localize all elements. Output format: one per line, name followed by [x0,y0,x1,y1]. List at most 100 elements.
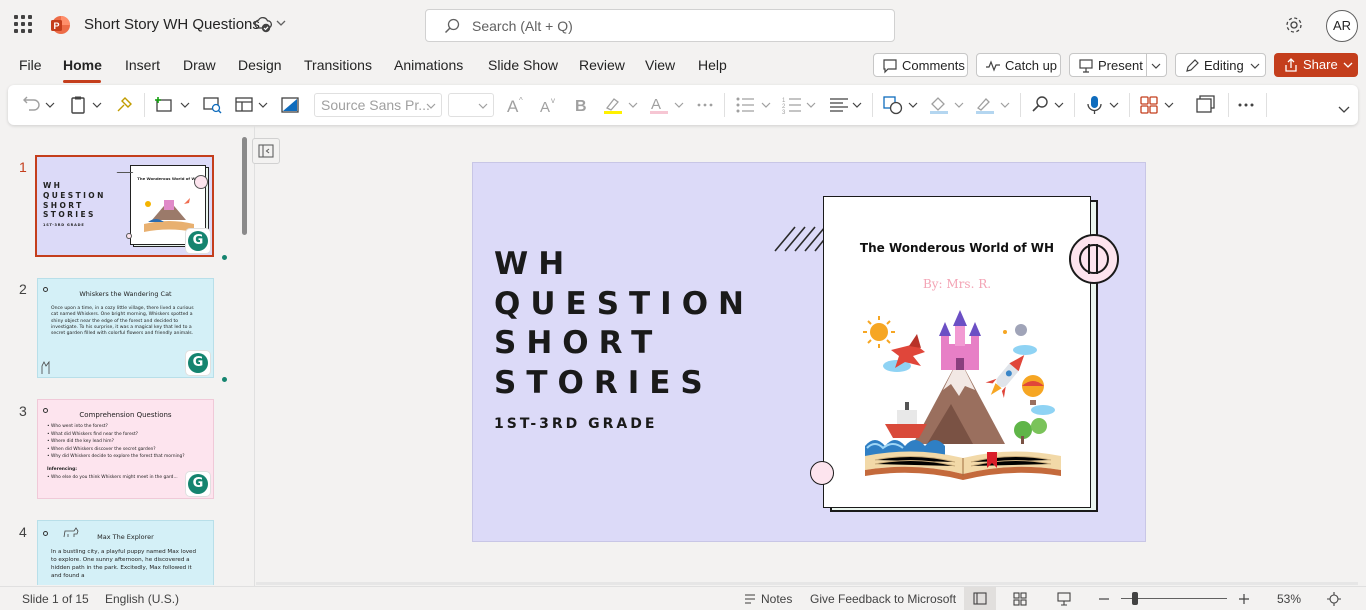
chevron-down-icon[interactable] [1164,100,1174,110]
collapse-thumbnails-button[interactable] [252,138,280,164]
activity-icon [986,60,1000,72]
chevron-down-icon[interactable] [92,100,102,110]
chevron-down-icon[interactable] [45,100,55,110]
thumbnail-title: Max The Explorer [97,533,154,541]
slide-thumbnail-4[interactable]: Max The Explorer In a bustling city, a p… [37,520,214,585]
slide-sorter-icon[interactable] [1013,592,1027,606]
designer-icon[interactable] [1139,95,1161,115]
chevron-down-icon[interactable] [180,100,190,110]
present-button[interactable]: Present [1069,53,1167,77]
layout-icon[interactable] [234,95,256,115]
zoom-level[interactable]: 53% [1277,592,1301,606]
tab-home[interactable]: Home [63,57,102,73]
reading-view-icon[interactable] [1057,592,1071,606]
chevron-down-icon[interactable] [1151,61,1161,71]
dictate-microphone-icon[interactable] [1084,95,1106,115]
storybook-illustration[interactable] [855,306,1071,484]
undo-icon[interactable] [22,95,42,115]
gear-icon[interactable] [1284,15,1304,35]
feedback-link[interactable]: Give Feedback to Microsoft [810,592,956,606]
chevron-down-icon[interactable] [258,100,268,110]
font-size-dropdown[interactable] [448,93,494,117]
increase-font-size-icon[interactable]: A ^ [506,95,528,115]
tab-help[interactable]: Help [698,57,727,73]
chevron-down-icon[interactable] [1109,100,1119,110]
decrease-font-size-icon[interactable]: A v [538,95,560,115]
tab-slide-show[interactable]: Slide Show [488,57,558,73]
highlight-icon[interactable] [602,95,628,115]
slide-thumbnail-1[interactable]: WH QUESTION SHORT STORIES 1ST-3RD GRADE … [35,155,214,257]
chevron-down-icon[interactable] [276,18,286,28]
slide-background-icon[interactable] [280,95,300,115]
tab-review[interactable]: Review [579,57,625,73]
expand-ribbon-chevron-icon[interactable] [1338,105,1350,115]
svg-text:A: A [507,97,519,115]
align-icon[interactable] [828,95,850,115]
normal-view-button[interactable] [964,587,996,610]
grammarly-badge: G [185,228,211,254]
slide-thumbnail-3[interactable]: Comprehension Questions • Who went into … [37,399,214,499]
slide-thumbnail-2[interactable]: Whiskers the Wandering Cat Once upon a t… [37,278,214,378]
app-launcher-icon[interactable] [14,15,32,33]
paste-icon[interactable] [69,95,89,115]
inner-frame-title[interactable]: The Wonderous World of WH [824,241,1090,255]
chevron-down-icon[interactable] [852,100,862,110]
shape-fill-icon[interactable] [928,95,952,115]
tab-file[interactable]: File [19,57,42,73]
fit-to-window-icon[interactable] [1327,592,1341,606]
zoom-out-icon[interactable] [1097,592,1111,606]
share-button[interactable]: Share [1274,53,1358,77]
chevron-down-icon[interactable] [674,100,684,110]
chevron-down-icon[interactable] [1000,100,1010,110]
chevron-down-icon[interactable] [628,100,638,110]
numbering-icon[interactable]: 1 2 3 [782,95,804,115]
tab-design[interactable]: Design [238,57,282,73]
font-name-dropdown[interactable]: Source Sans Pr... [314,93,442,117]
tab-insert[interactable]: Insert [125,57,160,73]
language-indicator[interactable]: English (U.S.) [105,592,179,606]
tab-animations[interactable]: Animations [394,57,463,73]
search-box[interactable]: Search (Alt + Q) [425,9,895,42]
chevron-down-icon[interactable] [761,100,771,110]
format-painter-icon[interactable] [114,95,134,115]
slide-title-line: QUESTION [494,285,755,322]
new-slide-icon[interactable] [154,95,176,115]
chevron-down-icon[interactable] [954,100,964,110]
shapes-icon[interactable] [882,95,906,115]
slide-thumbnails-pane[interactable]: 1 WH QUESTION SHORT STORIES 1ST-3RD GRAD… [0,130,254,585]
tab-transitions[interactable]: Transitions [304,57,372,73]
zoom-slider-thumb[interactable] [1132,592,1138,605]
bold-icon[interactable]: B [573,95,591,115]
tab-draw[interactable]: Draw [183,57,216,73]
user-avatar[interactable]: AR [1326,10,1358,42]
more-options-icon[interactable] [1236,95,1256,115]
bullets-icon[interactable] [735,95,757,115]
inner-frame-author[interactable]: By: Mrs. R. [824,277,1090,291]
find-icon[interactable] [1030,95,1052,115]
slide-title[interactable]: WH QUESTION SHORT STORIES [494,245,754,403]
reuse-slides-icon[interactable] [202,95,224,115]
chevron-down-icon[interactable] [908,100,918,110]
horizontal-scrollbar-track[interactable] [256,582,1358,585]
grammarly-badge: G [185,350,211,376]
notes-button[interactable]: Notes [761,592,792,606]
font-color-icon[interactable]: A [648,95,672,115]
chevron-down-icon[interactable] [806,100,816,110]
slide-subtitle[interactable]: 1ST-3RD GRADE [494,416,657,432]
svg-text:^: ^ [519,96,523,105]
saved-status-icon[interactable] [254,16,272,34]
copilot-slides-icon[interactable] [1194,95,1216,115]
thumbnail-bullet-item: • Who went into the forest? [47,424,108,429]
editing-mode-button[interactable]: Editing [1175,53,1266,77]
slide-canvas[interactable]: WH QUESTION SHORT STORIES 1ST-3RD GRADE … [472,162,1146,542]
tab-view[interactable]: View [645,57,675,73]
notes-icon [745,594,755,604]
document-title[interactable]: Short Story WH Questions [84,16,260,33]
shape-outline-icon[interactable] [974,95,998,115]
comments-button[interactable]: Comments [873,53,968,77]
thumbnails-scrollbar[interactable] [242,137,247,235]
zoom-in-icon[interactable] [1237,592,1251,606]
catch-up-button[interactable]: Catch up [976,53,1061,77]
more-font-options-icon[interactable] [695,95,715,115]
chevron-down-icon[interactable] [1054,100,1064,110]
